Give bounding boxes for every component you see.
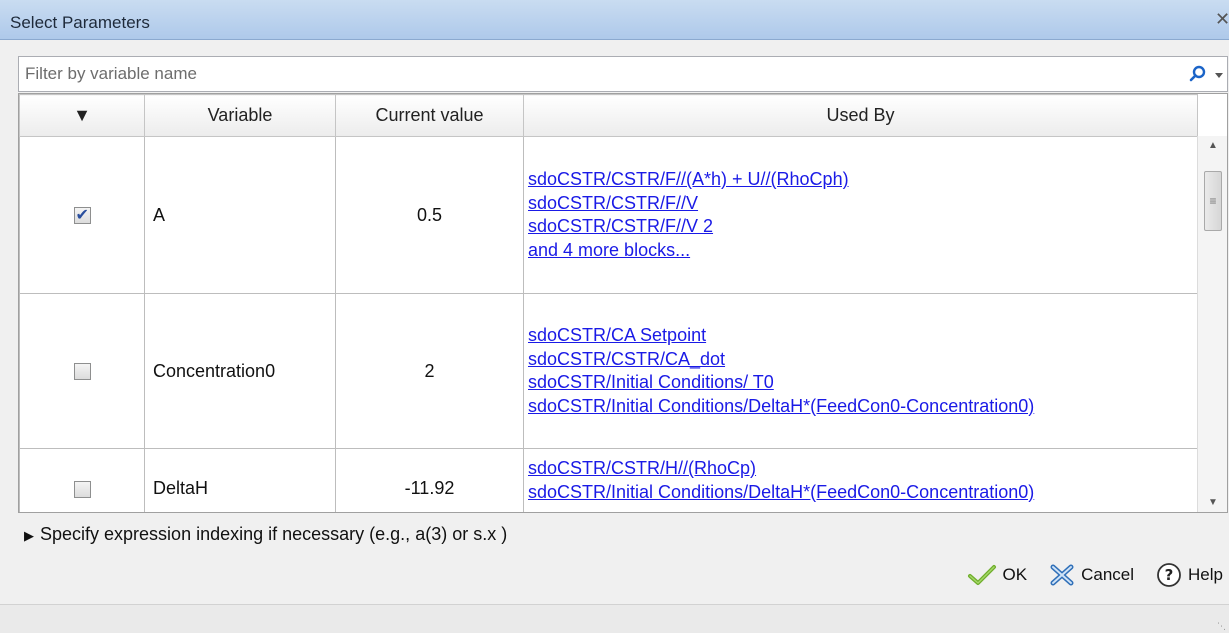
vertical-scrollbar[interactable]: ▲ ≡ ▼ bbox=[1197, 136, 1227, 512]
used-by-link[interactable]: sdoCSTR/CSTR/H//(RhoCp) bbox=[528, 457, 1193, 481]
row-checkbox[interactable] bbox=[73, 205, 91, 225]
used-by-link[interactable]: sdoCSTR/Initial Conditions/ T0 bbox=[528, 371, 1193, 395]
ok-button[interactable]: OK bbox=[967, 564, 1028, 586]
svg-text:?: ? bbox=[1165, 566, 1174, 584]
variable-cell: A bbox=[144, 136, 336, 294]
cancel-x-icon bbox=[1050, 564, 1074, 586]
close-icon[interactable]: ✕ bbox=[1215, 10, 1229, 28]
cancel-button[interactable]: Cancel bbox=[1049, 563, 1134, 587]
filter-input[interactable] bbox=[25, 61, 1155, 87]
row-checkbox[interactable] bbox=[73, 363, 91, 381]
expression-indexing-label: Specify expression indexing if necessary… bbox=[40, 524, 508, 544]
search-dropdown-button[interactable] bbox=[1185, 63, 1225, 87]
value-cell: -11.92 bbox=[335, 448, 524, 512]
select-cell bbox=[19, 136, 145, 294]
search-icon bbox=[1189, 65, 1223, 82]
variable-cell: Concentration0 bbox=[144, 293, 336, 449]
table-row[interactable]: A 0.5 sdoCSTR/CSTR/F//(A*h) + U//(RhoCph… bbox=[19, 136, 1198, 294]
resize-grip-icon[interactable]: ⋱ bbox=[1217, 621, 1227, 631]
used-by-cell: sdoCSTR/CSTR/F//(A*h) + U//(RhoCph) sdoC… bbox=[523, 136, 1198, 294]
select-cell bbox=[19, 448, 145, 512]
expression-indexing-expander[interactable]: ▶ Specify expression indexing if necessar… bbox=[24, 524, 507, 545]
title-bar: Select Parameters ✕ bbox=[0, 0, 1229, 40]
table-row[interactable]: Concentration0 2 sdoCSTR/CA Setpoint sdo… bbox=[19, 293, 1198, 449]
more-blocks-link[interactable]: and 4 more blocks... bbox=[528, 239, 1193, 263]
used-by-link[interactable]: sdoCSTR/CSTR/F//V 2 bbox=[528, 215, 1193, 239]
table-row[interactable]: DeltaH -11.92 sdoCSTR/CSTR/H//(RhoCp) sd… bbox=[19, 448, 1198, 512]
parameters-table: ▼ Variable Current value Used By A 0.5 s… bbox=[18, 93, 1228, 513]
used-by-link[interactable]: sdoCSTR/CSTR/F//(A*h) + U//(RhoCph) bbox=[528, 168, 1193, 192]
used-by-link[interactable]: sdoCSTR/CA Setpoint bbox=[528, 324, 1193, 348]
column-header-used-by[interactable]: Used By bbox=[523, 94, 1198, 137]
cancel-label: Cancel bbox=[1081, 565, 1135, 584]
used-by-cell: sdoCSTR/CA Setpoint sdoCSTR/CSTR/CA_dot … bbox=[523, 293, 1198, 449]
used-by-cell: sdoCSTR/CSTR/H//(RhoCp) sdoCSTR/Initial … bbox=[523, 448, 1198, 512]
dialog-buttons: OK Cancel ? Help bbox=[967, 560, 1223, 590]
column-header-select[interactable]: ▼ bbox=[19, 94, 145, 137]
value-cell: 2 bbox=[335, 293, 524, 449]
ok-label: OK bbox=[1002, 565, 1028, 584]
select-cell bbox=[19, 293, 145, 449]
used-by-link[interactable]: sdoCSTR/CSTR/F//V bbox=[528, 192, 1193, 216]
value-cell: 0.5 bbox=[335, 136, 524, 294]
row-checkbox[interactable] bbox=[73, 480, 91, 498]
expand-triangle-icon: ▶ bbox=[24, 528, 34, 543]
help-label: Help bbox=[1188, 565, 1223, 584]
scroll-down-icon[interactable]: ▼ bbox=[1198, 493, 1227, 512]
variable-cell: DeltaH bbox=[144, 448, 336, 512]
scrollbar-thumb[interactable]: ≡ bbox=[1204, 171, 1222, 231]
column-header-current-value[interactable]: Current value bbox=[335, 94, 524, 137]
checkmark-icon bbox=[967, 565, 996, 585]
scroll-up-icon[interactable]: ▲ bbox=[1198, 136, 1227, 156]
window-title: Select Parameters bbox=[10, 13, 150, 32]
help-icon: ? bbox=[1157, 563, 1181, 587]
used-by-link[interactable]: sdoCSTR/CSTR/CA_dot bbox=[528, 348, 1193, 372]
used-by-link[interactable]: sdoCSTR/Initial Conditions/DeltaH*(FeedC… bbox=[528, 395, 1193, 419]
column-header-variable[interactable]: Variable bbox=[144, 94, 336, 137]
used-by-link[interactable]: sdoCSTR/Initial Conditions/DeltaH*(FeedC… bbox=[528, 481, 1193, 505]
help-button[interactable]: ? Help bbox=[1156, 562, 1223, 588]
filter-box bbox=[18, 56, 1228, 92]
status-bar: ⋱ bbox=[0, 604, 1229, 633]
